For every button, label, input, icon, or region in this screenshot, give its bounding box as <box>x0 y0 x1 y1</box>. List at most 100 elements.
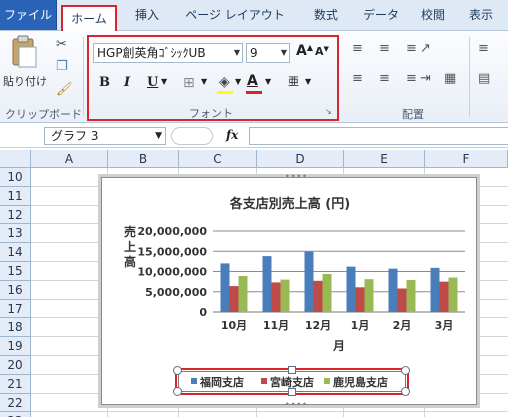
bar <box>355 287 365 312</box>
formula-input[interactable] <box>249 127 508 145</box>
align-top-icons[interactable]: ≡ ≡ ≡ <box>352 41 423 56</box>
font-group: HGP創英角ｺﾞｼｯｸUB ▼ 9 ▼ A▲ A▼ B I U ▼ ⊞ ▼ ◈ … <box>87 35 339 121</box>
formula-buttons[interactable] <box>171 127 213 145</box>
legend-handle[interactable] <box>173 387 182 396</box>
bold-button[interactable]: B <box>99 75 110 90</box>
chevron-down-icon[interactable]: ▼ <box>161 77 167 86</box>
align-left-icons[interactable]: ≡ ≡ ≡ <box>352 71 423 86</box>
chevron-down-icon[interactable]: ▼ <box>305 77 311 86</box>
number-format-icon[interactable]: ▤ <box>478 71 490 86</box>
font-size-combo[interactable]: 9 ▼ <box>246 43 290 63</box>
name-box[interactable]: グラフ 3 ▼ <box>44 127 166 145</box>
font-size-value: 9 <box>250 46 258 60</box>
row-header[interactable]: 23 <box>0 412 31 417</box>
legend-label: 福岡支店 <box>200 376 244 389</box>
row-header[interactable]: 13 <box>0 224 31 244</box>
tab-home[interactable]: ホーム <box>61 5 117 31</box>
legend-handle[interactable] <box>288 388 296 396</box>
shrink-font-button[interactable]: A▼ <box>315 45 329 58</box>
copy-icon[interactable]: ❐ <box>56 59 68 74</box>
cut-icon[interactable]: ✂ <box>56 37 67 52</box>
font-family-value: HGP創英角ｺﾞｼｯｸUB <box>97 46 206 60</box>
italic-button[interactable]: I <box>124 75 130 90</box>
bar <box>304 251 314 312</box>
bar <box>388 268 398 312</box>
row-header[interactable]: 18 <box>0 318 31 338</box>
column-header[interactable]: F <box>425 150 508 168</box>
chevron-down-icon[interactable]: ▼ <box>265 77 271 86</box>
column-header[interactable]: E <box>344 150 425 168</box>
legend-handle[interactable] <box>401 387 410 396</box>
shrink-font-label: A <box>315 45 324 58</box>
row-header[interactable]: 21 <box>0 374 31 394</box>
chevron-down-icon[interactable]: ▼ <box>234 44 240 62</box>
y-tick-label: 20,000,000 <box>137 225 207 238</box>
format-painter-icon[interactable]: 🖌 <box>56 82 73 97</box>
resize-handle-bottom[interactable]: •••• <box>285 400 308 409</box>
chevron-down-icon[interactable]: ▼ <box>235 77 241 86</box>
tab-file[interactable]: ファイル <box>0 0 57 30</box>
fill-color-icon[interactable]: ◈ <box>219 74 230 90</box>
font-color-button[interactable]: A <box>247 73 258 89</box>
row-header[interactable]: 16 <box>0 280 31 300</box>
column-header[interactable]: C <box>179 150 257 168</box>
merge-icon[interactable]: ▦ <box>444 71 456 86</box>
tab-review[interactable]: 校閲 <box>410 0 456 30</box>
bar <box>220 263 230 312</box>
dialog-launcher-icon[interactable]: ↘ <box>325 107 332 116</box>
tab-view[interactable]: 表示 <box>458 0 504 30</box>
row-header[interactable]: 10 <box>0 168 31 187</box>
paste-icon <box>12 35 37 68</box>
legend-swatch <box>261 378 267 384</box>
x-tick-label: 11月 <box>263 319 289 332</box>
column-header[interactable]: A <box>31 150 108 168</box>
x-tick-label: 1月 <box>351 319 370 332</box>
clipboard-group-label: クリップボード <box>5 108 82 121</box>
row-header[interactable]: 19 <box>0 337 31 356</box>
wrap-text-icon[interactable]: ≡ <box>478 41 489 56</box>
column-header[interactable]: B <box>108 150 179 168</box>
legend-handle[interactable] <box>401 366 410 375</box>
insert-function-button[interactable]: fx <box>226 128 238 142</box>
ribbon-tab-bar: ファイル ホーム 挿入 ページ レイアウト 数式 データ 校閲 表示 <box>0 0 508 31</box>
row-gridline <box>31 411 508 413</box>
bar <box>238 275 248 312</box>
tab-data[interactable]: データ <box>354 0 408 30</box>
indent-icon[interactable]: ⇥ <box>420 71 431 86</box>
x-tick-label: 10月 <box>221 319 247 332</box>
column-header[interactable]: D <box>257 150 344 168</box>
orientation-icon[interactable]: ↗ <box>420 41 431 56</box>
row-header[interactable]: 20 <box>0 356 31 375</box>
border-icon[interactable]: ⊞ <box>183 75 195 91</box>
phonetic-button[interactable]: 亜 <box>288 73 299 89</box>
chevron-down-icon[interactable]: ▼ <box>281 44 287 62</box>
legend-handle[interactable] <box>288 366 296 374</box>
bar <box>364 279 374 312</box>
legend-handle[interactable] <box>173 366 182 375</box>
chevron-down-icon[interactable]: ▼ <box>201 77 207 86</box>
row-header[interactable]: 14 <box>0 243 31 262</box>
formula-bar: グラフ 3 ▼ fx <box>0 124 508 148</box>
bar <box>322 273 332 312</box>
font-family-combo[interactable]: HGP創英角ｺﾞｼｯｸUB ▼ <box>93 43 243 63</box>
tab-page-layout[interactable]: ページ レイアウト <box>175 0 295 30</box>
chart-title: 各支店別売上高 (円) <box>229 196 350 212</box>
tab-formulas[interactable]: 数式 <box>302 0 350 30</box>
grow-font-button[interactable]: A▲ <box>296 43 313 59</box>
bar <box>406 280 416 312</box>
row-header[interactable]: 22 <box>0 393 31 413</box>
row-header[interactable]: 11 <box>0 186 31 206</box>
row-header[interactable]: 12 <box>0 205 31 225</box>
select-all-corner[interactable] <box>0 150 31 168</box>
y-tick-label: 10,000,000 <box>137 266 207 279</box>
row-header[interactable]: 17 <box>0 299 31 319</box>
row-header[interactable]: 15 <box>0 262 31 281</box>
paste-button[interactable] <box>8 35 38 71</box>
bar <box>430 267 440 312</box>
tab-insert[interactable]: 挿入 <box>123 0 171 30</box>
resize-handle-top[interactable]: •••• <box>285 172 308 181</box>
underline-button[interactable]: U <box>147 75 158 90</box>
x-tick-label: 2月 <box>393 319 412 332</box>
chevron-down-icon[interactable]: ▼ <box>155 128 162 144</box>
paste-label[interactable]: 貼り付け <box>3 73 47 89</box>
